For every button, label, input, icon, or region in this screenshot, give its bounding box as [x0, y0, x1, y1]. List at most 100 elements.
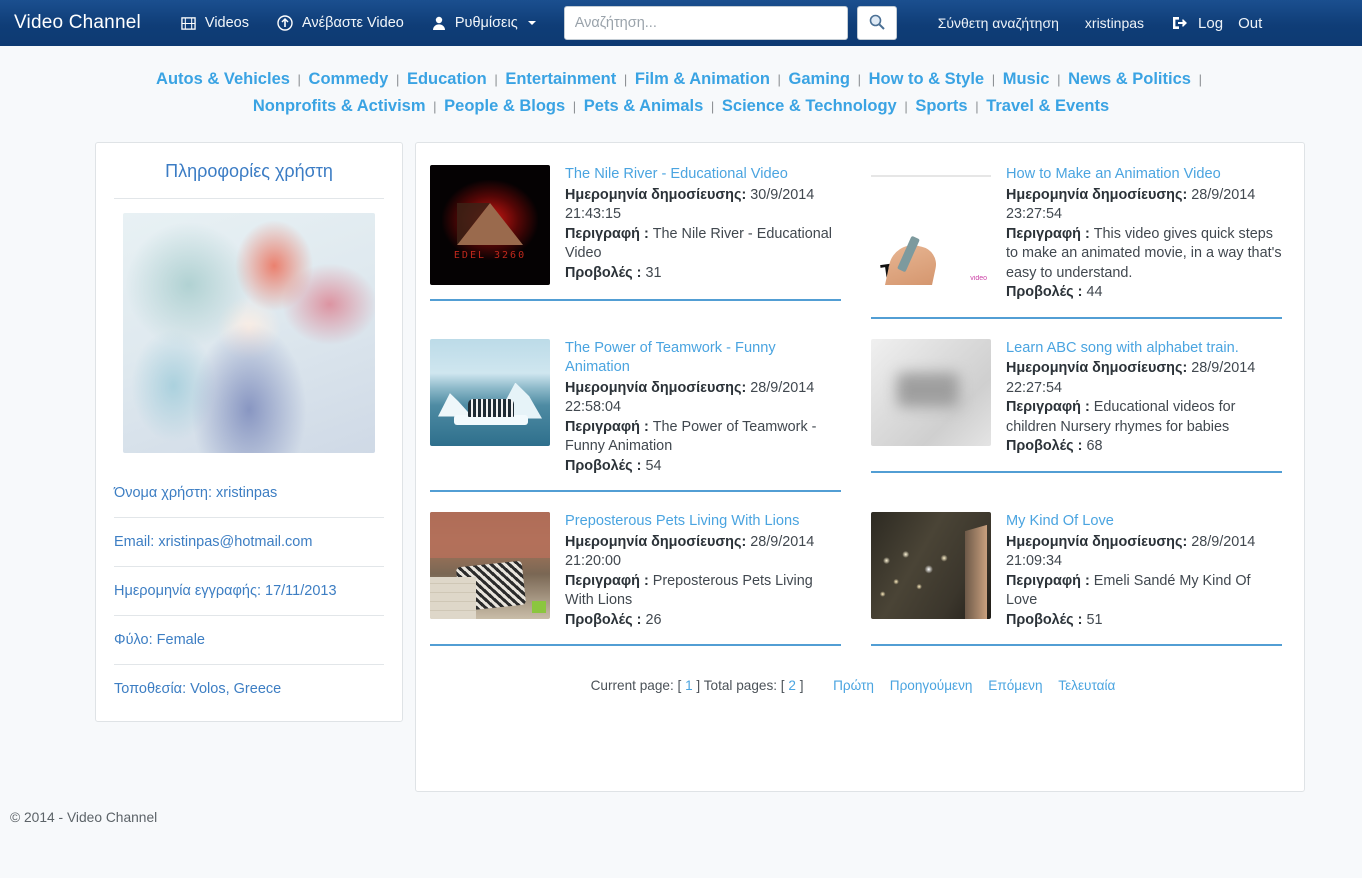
video-title-link[interactable]: The Nile River - Educational Video	[565, 165, 841, 185]
video-divider	[871, 470, 1282, 473]
pagination-next-link[interactable]: Επόμενη	[982, 678, 1048, 693]
thumb-pyramid-shadow	[457, 203, 523, 246]
category-link[interactable]: Education	[407, 70, 487, 88]
pagination-last-link[interactable]: Τελευταία	[1052, 678, 1121, 693]
video-date: Ημερομηνία δημοσίευσης: 30/9/2014 21:43:…	[565, 186, 841, 225]
category-link[interactable]: Pets & Animals	[584, 97, 704, 115]
pagination-first-link[interactable]: Πρώτη	[827, 678, 880, 693]
video-cell: THEvideo How to Make an Animation VideoΗμ…	[871, 161, 1282, 335]
video-date: Ημερομηνία δημοσίευσης: 28/9/2014 22:58:…	[565, 379, 841, 418]
video-list-panel: EDEL 3260 The Nile River - Educational Vi…	[415, 142, 1305, 792]
user-info-row: Τοποθεσία: Volos, Greece	[114, 681, 282, 697]
category-link[interactable]: Sports	[915, 97, 967, 115]
navbar-right: Σύνθετη αναζήτηση xristinpas Log Out	[925, 15, 1267, 32]
category-link[interactable]: Gaming	[789, 70, 850, 88]
user-info-row: Όνομα χρήστη: xristinpas	[114, 485, 278, 501]
video-details: The Nile River - Educational Video Ημερομ…	[565, 165, 841, 285]
category-separator: |	[1053, 72, 1065, 87]
category-separator: |	[900, 99, 912, 114]
video-thumbnail[interactable]	[430, 512, 550, 619]
video-cell: EDEL 3260 The Nile River - Educational Vi…	[430, 161, 841, 335]
category-link[interactable]: Nonprofits & Activism	[253, 97, 426, 115]
pagination-total-pages: 2	[788, 678, 796, 693]
category-link[interactable]: Autos & Vehicles	[156, 70, 290, 88]
search-button[interactable]	[856, 6, 897, 40]
logout-link-log[interactable]: Log	[1194, 15, 1227, 32]
video-item: The Power of Teamwork - Funny Animation Η…	[430, 335, 841, 491]
advanced-search-link[interactable]: Σύνθετη αναζήτηση	[925, 15, 1072, 31]
category-separator: |	[293, 72, 305, 87]
thumb-lights	[875, 542, 971, 604]
user-icon	[432, 16, 446, 31]
search-input[interactable]	[563, 6, 848, 40]
pagination-close-bracket: ]	[799, 678, 804, 693]
video-cell: The Power of Teamwork - Funny Animation Η…	[430, 335, 841, 509]
chevron-down-icon	[527, 21, 536, 25]
video-views-value: 68	[1086, 438, 1103, 454]
category-separator: |	[988, 72, 999, 87]
video-thumbnail[interactable]: EDEL 3260	[430, 165, 550, 285]
video-description-label: Περιγραφή :	[565, 225, 649, 242]
video-item: THEvideo How to Make an Animation VideoΗμ…	[871, 161, 1282, 317]
video-cell: Learn ABC song with alphabet train. Ημερο…	[871, 335, 1282, 509]
video-date: Ημερομηνία δημοσίευσης: 28/9/2014 21:20:…	[565, 533, 841, 572]
film-icon	[181, 16, 196, 31]
category-link[interactable]: Entertainment	[505, 70, 616, 88]
video-title-link[interactable]: Preposterous Pets Living With Lions	[565, 512, 841, 532]
video-thumbnail[interactable]	[871, 338, 991, 446]
video-item: EDEL 3260 The Nile River - Educational Vi…	[430, 161, 841, 299]
video-title-link[interactable]: Learn ABC song with alphabet train.	[1006, 339, 1282, 359]
nav-item-upload[interactable]: Ανέβαστε Video	[263, 15, 418, 31]
video-views-label: Προβολές :	[565, 611, 642, 628]
video-date-label: Ημερομηνία δημοσίευσης:	[1006, 186, 1188, 203]
user-info-row: Email: xristinpas@hotmail.com	[114, 534, 313, 550]
video-title-link[interactable]: The Power of Teamwork - Funny Animation	[565, 339, 841, 378]
video-description: Περιγραφή : The Nile River - Educational…	[565, 225, 841, 264]
video-description: Περιγραφή : Educational videos for child…	[1006, 398, 1282, 437]
thumb-wall	[430, 512, 550, 558]
video-title-link[interactable]: My Kind Of Love	[1006, 512, 1282, 532]
video-divider	[430, 490, 841, 492]
video-title-link[interactable]: How to Make an Animation Video	[1006, 165, 1282, 185]
category-link[interactable]: People & Blogs	[444, 97, 565, 115]
video-cell: My Kind Of Love Ημερομηνία δημοσίευσης: 2…	[871, 508, 1282, 662]
category-link[interactable]: Music	[1003, 70, 1050, 88]
video-thumbnail[interactable]: THEvideo	[871, 165, 991, 285]
video-description-label: Περιγραφή :	[1006, 225, 1090, 242]
video-views: Προβολές : 44	[1006, 283, 1282, 303]
nav-item-upload-label: Ανέβαστε Video	[302, 15, 404, 31]
category-link[interactable]: News & Politics	[1068, 70, 1191, 88]
brand-logo[interactable]: Video Channel	[14, 12, 167, 34]
current-username-link[interactable]: xristinpas	[1072, 15, 1157, 31]
video-thumbnail[interactable]	[430, 338, 550, 446]
video-views-label: Προβολές :	[1006, 438, 1083, 454]
logout-group[interactable]: Log Out	[1157, 15, 1266, 32]
logout-link-out[interactable]: Out	[1234, 15, 1266, 32]
video-description: Περιγραφή : Preposterous Pets Living Wit…	[565, 572, 841, 611]
category-separator: |	[1194, 72, 1202, 87]
thumb-floor	[430, 577, 476, 619]
video-views-value: 26	[645, 611, 662, 628]
video-grid: EDEL 3260 The Nile River - Educational Vi…	[430, 161, 1282, 662]
nav-item-videos[interactable]: Videos	[167, 15, 263, 31]
video-views: Προβολές : 31	[565, 264, 841, 284]
avatar-container	[96, 199, 402, 469]
category-nav: Autos & Vehicles | Commedy | Education |…	[0, 46, 1362, 128]
category-link[interactable]: Film & Animation	[635, 70, 770, 88]
upload-circle-icon	[277, 15, 293, 31]
thumb-iceberg	[438, 393, 472, 417]
thumb-penguins	[468, 398, 514, 417]
category-link[interactable]: Commedy	[309, 70, 389, 88]
pagination-previous-link[interactable]: Προηγούμενη	[884, 678, 979, 693]
category-link[interactable]: How to & Style	[869, 70, 985, 88]
video-description-label: Περιγραφή :	[565, 418, 649, 435]
thumb-pillar	[965, 524, 987, 619]
category-link[interactable]: Science & Technology	[722, 97, 897, 115]
nav-item-settings[interactable]: Ρυθμίσεις	[418, 15, 550, 31]
video-date: Ημερομηνία δημοσίευσης: 28/9/2014 23:27:…	[1006, 186, 1282, 225]
video-date-label: Ημερομηνία δημοσίευσης:	[565, 533, 747, 550]
category-link[interactable]: Travel & Events	[986, 97, 1109, 115]
user-info-row: Ημερομηνία εγγραφής: 17/11/2013	[114, 583, 337, 599]
nav-item-settings-label: Ρυθμίσεις	[454, 15, 518, 31]
video-thumbnail[interactable]	[871, 512, 991, 619]
